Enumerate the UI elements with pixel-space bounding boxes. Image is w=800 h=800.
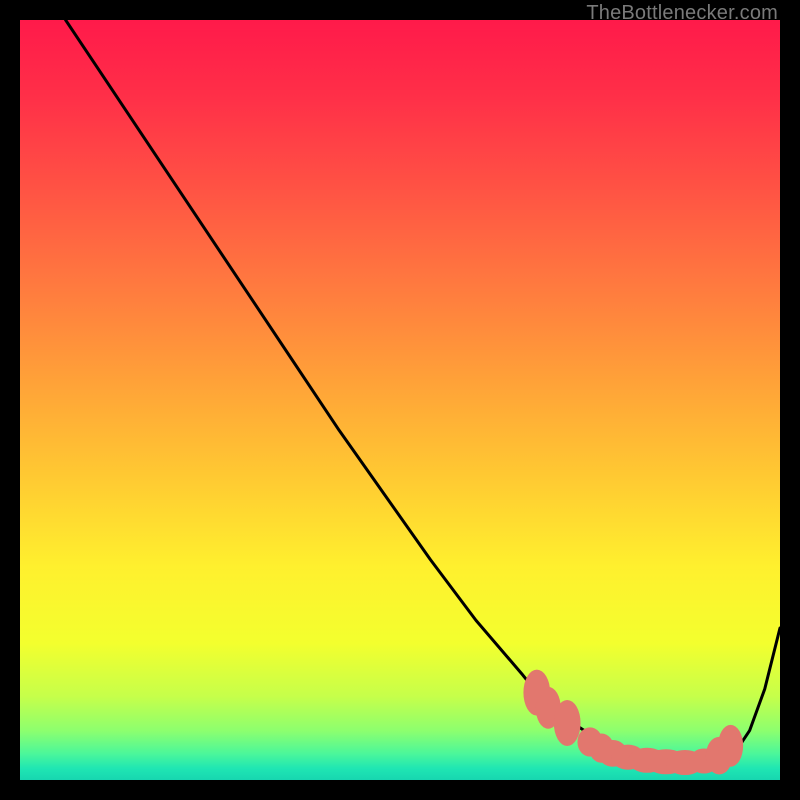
watermark-text: TheBottlenecker.com [586,2,778,25]
curve-marker [718,725,743,767]
gradient-background [20,20,780,780]
curve-marker [554,700,581,746]
chart-svg [20,20,780,780]
chart-frame [20,20,780,780]
